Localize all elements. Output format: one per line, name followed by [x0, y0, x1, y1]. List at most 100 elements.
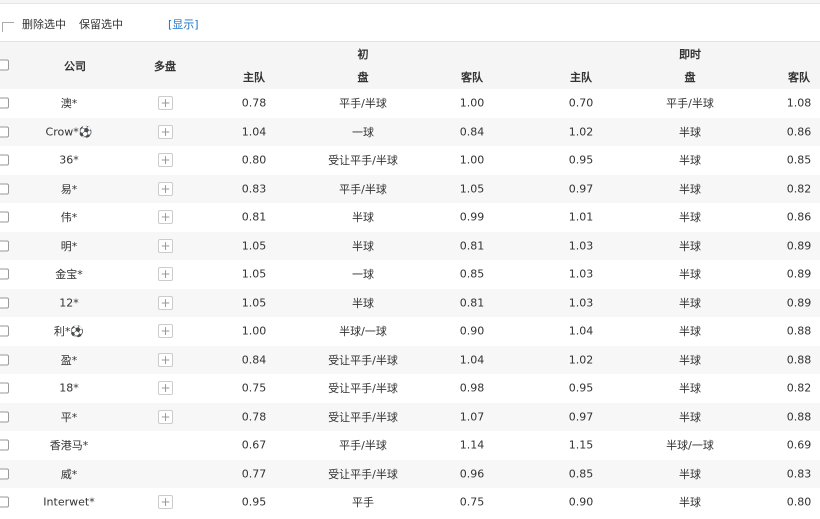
header-multi: 多盘	[154, 60, 176, 73]
initial-away-odds: 1.04	[459, 353, 485, 367]
initial-home-odds: 0.78	[241, 410, 267, 424]
live-home-odds: 1.02	[568, 353, 594, 367]
initial-line: 平手/半球	[339, 439, 387, 453]
live-home-odds: 0.97	[568, 410, 594, 424]
delete-selected-button[interactable]: 删除选中	[22, 16, 66, 32]
initial-line: 一球	[352, 268, 374, 282]
initial-home-odds: 1.05	[241, 239, 267, 253]
live-home-odds: 1.03	[568, 296, 594, 310]
table-row: +36* 0.80 受让平手/半球 1.00 0.95 半球 0.85	[0, 146, 820, 175]
live-line: 半球	[679, 211, 701, 225]
live-line: 半球	[679, 325, 701, 339]
initial-line: 平手/半球	[339, 97, 387, 111]
live-away-odds: 0.88	[786, 410, 812, 424]
live-home-odds: 0.95	[568, 381, 594, 395]
expand-plus-icon[interactable]: +	[158, 495, 173, 510]
initial-away-odds: 1.05	[459, 182, 485, 196]
live-line: 半球	[679, 154, 701, 168]
header-live-home: 主队	[570, 71, 592, 84]
expand-plus-icon[interactable]: +	[158, 124, 173, 139]
live-home-odds: 1.04	[568, 324, 594, 338]
show-link[interactable]: [显示]	[168, 16, 199, 32]
expand-plus-icon[interactable]: +	[158, 153, 173, 168]
live-line: 半球	[679, 125, 701, 139]
row-checkbox[interactable]	[0, 268, 9, 280]
row-checkbox[interactable]	[0, 211, 9, 223]
row-checkbox[interactable]	[0, 126, 9, 138]
company-name: Interwet*	[43, 495, 95, 509]
initial-away-odds: 0.75	[459, 495, 485, 509]
live-away-odds: 0.86	[786, 125, 812, 139]
expand-plus-icon[interactable]: +	[158, 96, 173, 111]
initial-away-odds: 0.96	[459, 467, 485, 481]
row-checkbox[interactable]	[0, 496, 9, 508]
initial-line: 受让平手/半球	[328, 154, 398, 168]
expand-plus-icon[interactable]: +	[158, 210, 173, 225]
initial-home-odds: 0.83	[241, 182, 267, 196]
select-all-checkbox[interactable]	[0, 59, 9, 71]
row-checkbox[interactable]	[0, 411, 9, 423]
live-away-odds: 0.88	[786, 324, 812, 338]
initial-home-odds: 1.04	[241, 125, 267, 139]
expand-plus-icon[interactable]: +	[158, 381, 173, 396]
initial-line: 半球	[352, 211, 374, 225]
table-body: + 澳* 0.78 平手/半球 1.00 0.70 平手/半球 1.08 + Crow*⚽ 1.04…	[0, 89, 820, 519]
live-line: 半球	[679, 467, 701, 481]
row-checkbox[interactable]	[0, 382, 9, 394]
company-name: 易*	[60, 182, 78, 196]
row-checkbox[interactable]	[0, 468, 9, 480]
header-initial-away: 客队	[461, 71, 483, 84]
table-row: + 伟* 0.81 半球 0.99 1.01 半球 0.86	[0, 203, 820, 232]
live-line: 半球	[679, 382, 701, 396]
live-away-odds: 0.89	[786, 239, 812, 253]
keep-selected-button[interactable]: 保留选中	[79, 16, 123, 32]
row-checkbox[interactable]	[0, 297, 9, 309]
expand-plus-icon[interactable]: +	[158, 352, 173, 367]
row-checkbox[interactable]	[0, 97, 9, 109]
row-checkbox[interactable]	[0, 154, 9, 166]
row-checkbox[interactable]	[0, 240, 9, 252]
initial-home-odds: 0.80	[241, 153, 267, 167]
live-line: 半球	[679, 268, 701, 282]
live-home-odds: 1.02	[568, 125, 594, 139]
table-row: + 盈* 0.84 受让平手/半球 1.04 1.02 半球 0.88	[0, 345, 820, 374]
table-row: + 澳* 0.78 平手/半球 1.00 0.70 平手/半球 1.08	[0, 89, 820, 118]
initial-home-odds: 0.95	[241, 495, 267, 509]
live-away-odds: 0.88	[786, 353, 812, 367]
initial-home-odds: 0.78	[241, 96, 267, 110]
table-row: + 利*⚽ 1.00 半球/一球 0.90 1.04 半球 0.88	[0, 317, 820, 346]
row-checkbox[interactable]	[0, 183, 9, 195]
company-name: 明*	[60, 239, 78, 253]
initial-away-odds: 1.14	[459, 438, 485, 452]
expand-plus-icon[interactable]: +	[158, 238, 173, 253]
expand-plus-icon[interactable]: +	[158, 324, 173, 339]
live-line: 半球	[679, 239, 701, 253]
table-row: 香港马* 0.67 平手/半球 1.14 1.15 半球/一球 0.69	[0, 431, 820, 460]
company-name: 12*	[59, 296, 79, 310]
live-home-odds: 1.03	[568, 267, 594, 281]
expand-plus-icon[interactable]: +	[158, 295, 173, 310]
table-row: + 易* 0.83 平手/半球 1.05 0.97 半球 0.82	[0, 174, 820, 203]
company-name: 金宝*	[55, 268, 83, 282]
company-name: 18*	[59, 381, 79, 395]
live-away-odds: 0.83	[786, 467, 812, 481]
initial-home-odds: 0.67	[241, 438, 267, 452]
table-row: + Crow*⚽ 1.04 一球 0.84 1.02 半球 0.86	[0, 117, 820, 146]
expand-plus-icon[interactable]: +	[158, 267, 173, 282]
row-checkbox[interactable]	[0, 439, 9, 451]
row-checkbox[interactable]	[0, 354, 9, 366]
header-company: 公司	[64, 60, 86, 73]
company-name: 平*	[60, 410, 78, 424]
expand-plus-icon[interactable]: +	[158, 181, 173, 196]
initial-away-odds: 0.90	[459, 324, 485, 338]
initial-home-odds: 0.75	[241, 381, 267, 395]
expand-plus-icon[interactable]: +	[158, 409, 173, 424]
live-away-odds: 0.82	[786, 381, 812, 395]
table-row: +18* 0.75 受让平手/半球 0.98 0.95 半球 0.82	[0, 374, 820, 403]
initial-line: 平手/半球	[339, 182, 387, 196]
live-away-odds: 0.69	[786, 438, 812, 452]
initial-home-odds: 0.81	[241, 210, 267, 224]
initial-line: 受让平手/半球	[328, 467, 398, 481]
row-checkbox[interactable]	[0, 325, 9, 337]
table-row: 威* 0.77 受让平手/半球 0.96 0.85 半球 0.83	[0, 459, 820, 488]
